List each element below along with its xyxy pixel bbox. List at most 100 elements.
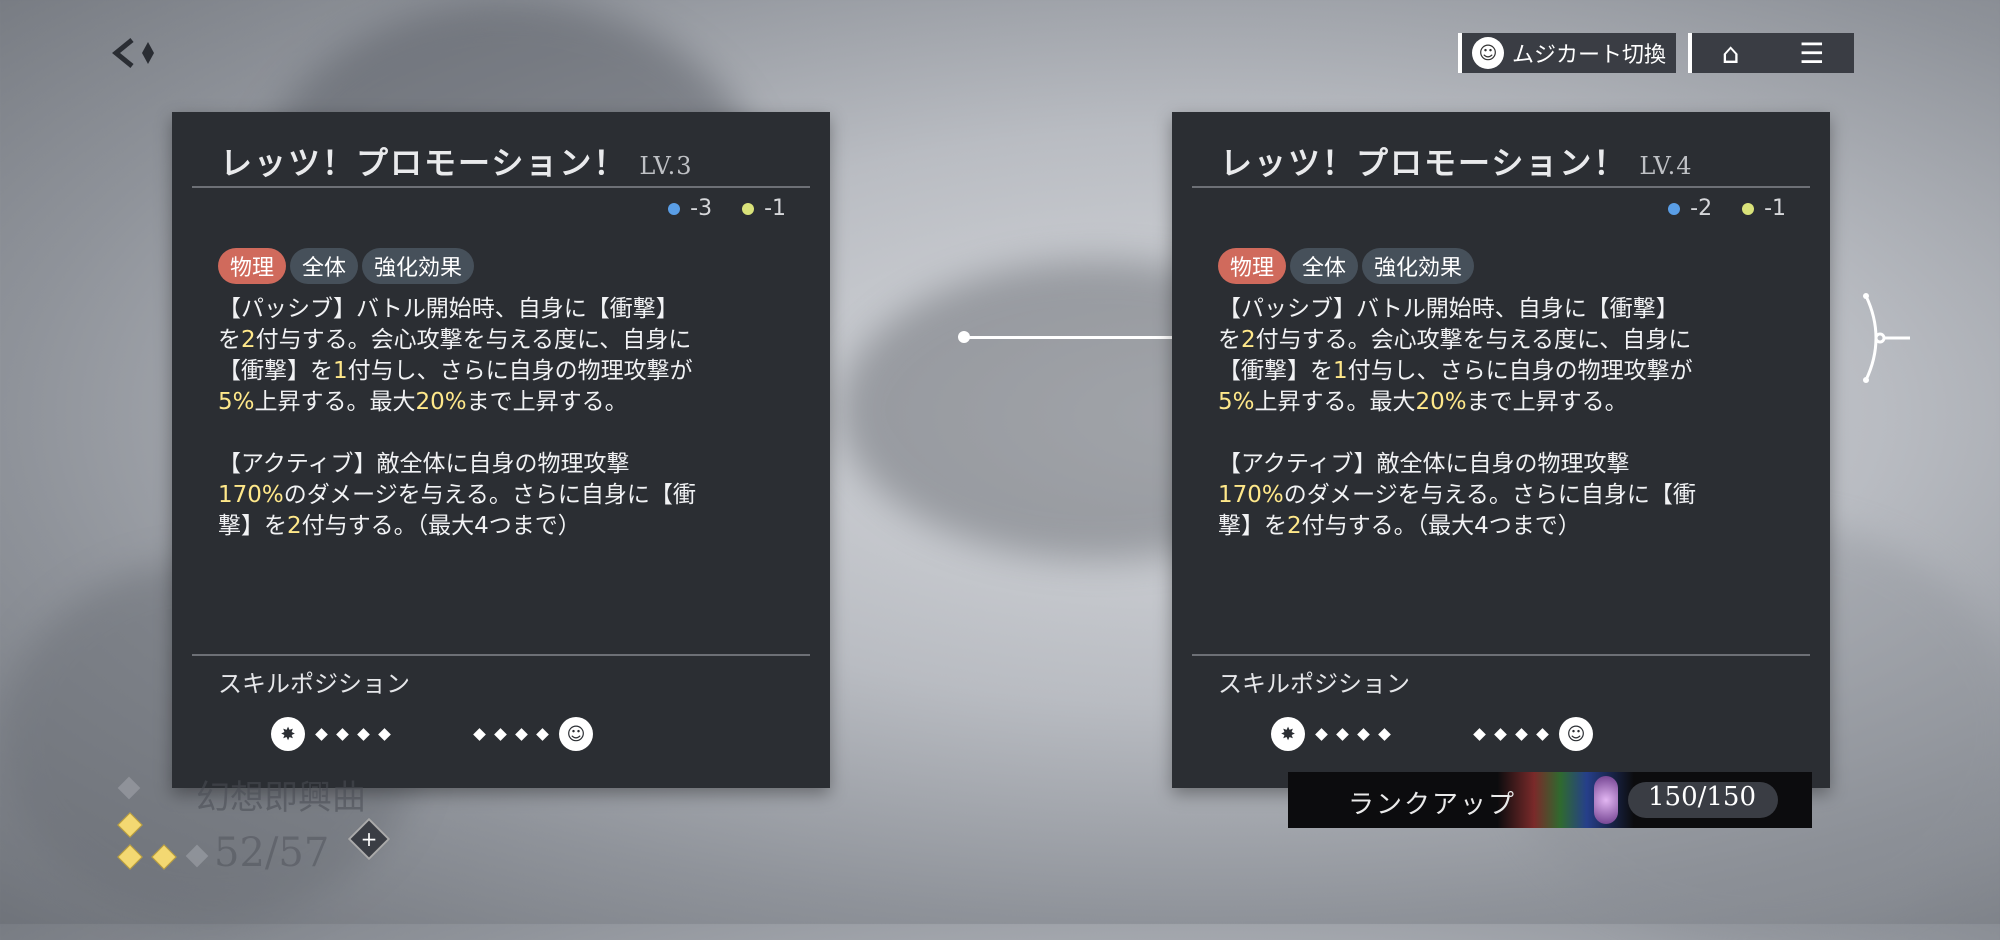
desc-line: 【アクティブ】敵全体に自身の物理攻撃 <box>218 451 630 477</box>
desc-value: 1 <box>1333 358 1348 384</box>
desc-text: 【衝撃】を <box>218 358 333 384</box>
rank-up-label: ランクアップ <box>1348 790 1517 820</box>
desc-value: 20% <box>415 389 467 415</box>
position-marker <box>1336 727 1349 741</box>
desc-value: 1 <box>333 358 348 384</box>
enemy-mask-icon: ✸ <box>1268 716 1308 752</box>
yellow-dot-icon <box>742 202 755 215</box>
desc-value: 2 <box>1241 327 1256 353</box>
character-icon: ☺ <box>556 716 596 752</box>
desc-text: 撃】を <box>1218 513 1287 539</box>
desc-text: 【衝撃】を <box>1218 358 1333 384</box>
ally-position: ☺ <box>472 716 596 752</box>
desc-text: のダメージを与える。さらに自身に【衝 <box>283 482 696 508</box>
desc-text: 上昇する。最大 <box>1254 389 1416 415</box>
musicart-count: 52/57 <box>214 830 330 876</box>
tag-all: 全体 <box>290 248 359 284</box>
desc-line: 【パッシブ】バトル開始時、自身に【衝撃】 <box>218 296 679 322</box>
desc-line: 【パッシブ】バトル開始時、自身に【衝撃】 <box>1218 296 1679 322</box>
skill-level: LV.3 <box>639 152 693 180</box>
musicart-switch-button[interactable]: ☺ ムジカート切換 <box>1458 33 1677 73</box>
plus-icon: + <box>360 827 378 851</box>
cost-blue-value: -2 <box>1690 196 1713 221</box>
cost-yellow-value: -1 <box>764 196 786 221</box>
desc-text: 撃】を <box>218 513 287 539</box>
position-marker <box>1378 727 1391 741</box>
position-marker <box>1315 727 1328 741</box>
desc-text: 付与し、さらに自身の物理攻撃が <box>347 358 693 384</box>
desc-value: 2 <box>1287 513 1302 539</box>
musicart-title: 幻想即興曲 <box>196 778 366 818</box>
tag-all: 全体 <box>1290 248 1359 284</box>
skill-name: レッツ！プロモーション！ <box>220 144 628 182</box>
desc-text: 付与する。会心攻撃を与える度に、自身に <box>1255 327 1692 353</box>
desc-text: 付与する。（最大4つまで） <box>1301 513 1581 539</box>
enemy-position: ✸ <box>268 716 392 752</box>
divider <box>1192 186 1810 188</box>
desc-value: 5% <box>218 389 255 415</box>
blue-dot-icon <box>1668 202 1681 215</box>
skill-card-next: レッツ！プロモーション！ LV.4 -2 -1 物理 全体 強化効果 【パッシブ】… <box>1172 112 1830 788</box>
character-icon: ☺ <box>1556 716 1596 752</box>
position-marker <box>473 727 486 741</box>
ally-position: ☺ <box>1472 716 1596 752</box>
skill-description: 【パッシブ】バトル開始時、自身に【衝撃】 を2付与する。会心攻撃を与える度に、自… <box>218 294 803 573</box>
active-text: 【アクティブ】敵全体に自身の物理攻撃 170%のダメージを与える。さらに自身に【… <box>218 449 803 542</box>
position-marker <box>357 727 370 741</box>
position-marker <box>315 727 328 741</box>
enemy-mask-icon: ✸ <box>268 716 308 752</box>
back-button[interactable] <box>110 36 170 70</box>
desc-value: 2 <box>241 327 256 353</box>
skill-position-title: スキルポジション <box>218 670 410 698</box>
position-marker <box>378 727 391 741</box>
passive-text: 【パッシブ】バトル開始時、自身に【衝撃】 を2付与する。会心攻撃を与える度に、自… <box>218 294 803 418</box>
divider <box>192 654 810 656</box>
desc-value: 2 <box>287 513 302 539</box>
connector-dot <box>958 331 970 343</box>
tag-physical: 物理 <box>1218 248 1287 284</box>
skill-positions: ✸ ☺ <box>1268 716 1596 752</box>
top-actions: ☺ ムジカート切換 ⌂ ☰ <box>1458 33 1855 73</box>
bracket-icon <box>1863 293 1910 383</box>
skill-tags: 物理 全体 強化効果 <box>218 248 475 284</box>
desc-text: まで上昇する。 <box>1466 389 1628 415</box>
desc-value: 20% <box>1415 389 1467 415</box>
skill-name: レッツ！プロモーション！ <box>1220 144 1628 182</box>
position-marker <box>1515 727 1528 741</box>
tag-buff: 強化効果 <box>1362 248 1475 284</box>
divider <box>1192 654 1810 656</box>
desc-line: 【アクティブ】敵全体に自身の物理攻撃 <box>1218 451 1630 477</box>
desc-value: 170% <box>1218 482 1284 508</box>
skill-description: 【パッシブ】バトル開始時、自身に【衝撃】 を2付与する。会心攻撃を与える度に、自… <box>1218 294 1803 573</box>
cost-blue: -2 <box>1668 196 1712 221</box>
desc-text: 付与し、さらに自身の物理攻撃が <box>1347 358 1693 384</box>
skill-cost: -2 -1 <box>1668 196 1786 221</box>
cost-yellow-value: -1 <box>1764 196 1786 221</box>
desc-text: 付与する。会心攻撃を与える度に、自身に <box>255 327 692 353</box>
desc-text: のダメージを与える。さらに自身に【衝 <box>1283 482 1696 508</box>
skill-position-title: スキルポジション <box>1218 670 1410 698</box>
divider <box>192 186 810 188</box>
menu-icon[interactable]: ☰ <box>1799 37 1824 70</box>
tag-buff: 強化効果 <box>362 248 475 284</box>
position-marker <box>1357 727 1370 741</box>
cost-blue-value: -3 <box>690 196 713 221</box>
back-icon <box>112 38 154 68</box>
rank-up-button[interactable]: ランクアップ 150/150 <box>1288 772 1812 828</box>
cost-yellow: -1 <box>1742 196 1786 221</box>
desc-text: 上昇する。最大 <box>254 389 416 415</box>
yellow-dot-icon <box>1742 202 1755 215</box>
position-marker <box>536 727 549 741</box>
home-icon[interactable]: ⌂ <box>1722 37 1740 70</box>
skill-positions: ✸ ☺ <box>268 716 596 752</box>
passive-text: 【パッシブ】バトル開始時、自身に【衝撃】 を2付与する。会心攻撃を与える度に、自… <box>1218 294 1803 418</box>
skill-level: LV.4 <box>1639 152 1693 180</box>
desc-text: を <box>218 327 241 353</box>
cost-blue: -3 <box>668 196 712 221</box>
desc-value: 170% <box>218 482 284 508</box>
position-marker <box>1536 727 1549 741</box>
skill-title: レッツ！プロモーション！ LV.4 <box>1220 138 1693 184</box>
skill-card-current: レッツ！プロモーション！ LV.3 -3 -1 物理 全体 強化効果 【パッシブ】… <box>172 112 830 788</box>
skill-cost: -3 -1 <box>668 196 786 221</box>
skill-title: レッツ！プロモーション！ LV.3 <box>220 138 693 184</box>
